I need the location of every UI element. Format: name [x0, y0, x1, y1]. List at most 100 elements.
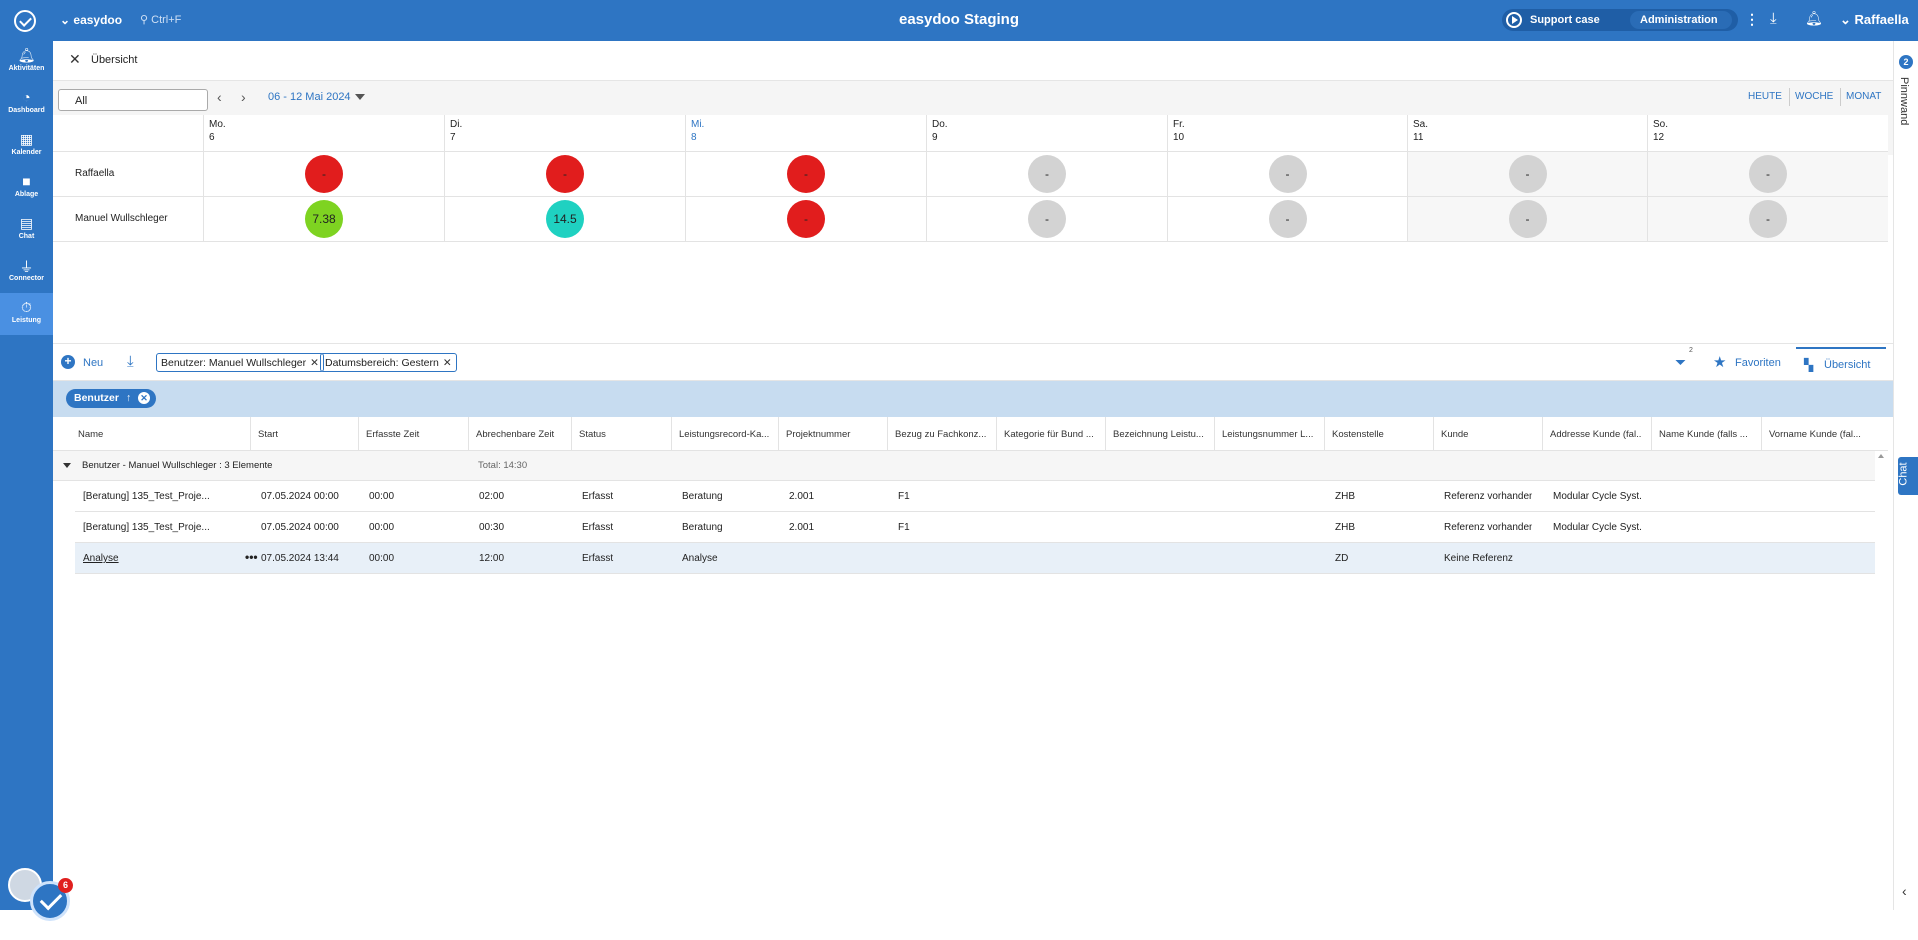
- hours-indicator[interactable]: -: [1508, 155, 1547, 193]
- calendar-cell[interactable]: 14.5: [444, 197, 685, 242]
- support-case-button[interactable]: Support case: [1530, 14, 1600, 26]
- hours-indicator[interactable]: 14.5: [546, 200, 584, 238]
- sidebar-item-kalender[interactable]: ▦ Kalender: [0, 125, 53, 167]
- scrollbar[interactable]: [1875, 451, 1888, 545]
- column-header[interactable]: Bezug zu Fachkonz...: [895, 429, 987, 440]
- table-row[interactable]: [Beratung] 135_Test_Proje... 07.05.2024 0…: [75, 481, 1875, 512]
- column-divider[interactable]: [778, 417, 779, 451]
- view-monat[interactable]: MONAT: [1846, 91, 1881, 102]
- user-menu[interactable]: ⌄ Raffaella: [1840, 12, 1909, 28]
- column-divider[interactable]: [887, 417, 888, 451]
- administration-button[interactable]: Administration: [1630, 11, 1732, 29]
- column-header[interactable]: Start: [258, 429, 350, 440]
- hours-indicator[interactable]: -: [787, 200, 825, 238]
- chat-tab[interactable]: Chat: [1898, 457, 1918, 495]
- scroll-up-icon[interactable]: [1878, 454, 1884, 458]
- user-filter-input[interactable]: All: [58, 89, 208, 111]
- column-header[interactable]: Leistungsrecord-Ka...: [679, 429, 771, 440]
- hours-indicator[interactable]: 7.38: [305, 200, 343, 238]
- play-icon[interactable]: [1506, 12, 1522, 28]
- tab-overview[interactable]: ▚ Übersicht: [1796, 347, 1886, 380]
- sidebar-item-ablage[interactable]: ■ Ablage: [0, 167, 53, 209]
- table-cell[interactable]: Analyse: [83, 553, 241, 564]
- sidebar-item-einstellungen[interactable]: ⚙ Einstellungen: [0, 915, 53, 940]
- column-header[interactable]: Erfasste Zeit: [366, 429, 458, 440]
- calendar-cell[interactable]: -: [203, 152, 444, 197]
- sidebar-item-dashboard[interactable]: ◔ Dashboard: [0, 83, 53, 125]
- hours-indicator[interactable]: -: [1508, 200, 1547, 238]
- row-more-icon[interactable]: •••: [245, 550, 258, 564]
- view-heute[interactable]: HEUTE: [1748, 91, 1782, 102]
- calendar-cell[interactable]: -: [926, 197, 1167, 242]
- column-divider[interactable]: [1324, 417, 1325, 451]
- hours-indicator[interactable]: -: [1749, 200, 1787, 238]
- column-header[interactable]: Addresse Kunde (fal...: [1550, 429, 1642, 440]
- table-cell[interactable]: [Beratung] 135_Test_Proje...: [83, 491, 241, 502]
- hours-indicator[interactable]: -: [1028, 155, 1066, 193]
- calendar-cell[interactable]: -: [685, 197, 926, 242]
- table-row[interactable]: Analyse 07.05.2024 13:44 00:00 12:00 Erfasst…: [75, 543, 1875, 574]
- bell-icon[interactable]: 🔔︎: [1805, 10, 1823, 27]
- column-header[interactable]: Name: [78, 429, 240, 440]
- filter-icon[interactable]: ⏷: [1675, 354, 1686, 371]
- pinnwand-tab[interactable]: Pinnwand: [1898, 77, 1910, 137]
- calendar-cell[interactable]: -: [1407, 152, 1647, 197]
- star-icon[interactable]: ★: [1713, 353, 1726, 371]
- calendar-cell[interactable]: -: [685, 152, 926, 197]
- close-icon[interactable]: ✕: [69, 51, 81, 68]
- filter-chip-user[interactable]: Benutzer: Manuel Wullschleger ✕: [156, 353, 324, 372]
- close-icon[interactable]: ✕: [138, 392, 150, 404]
- hours-indicator[interactable]: -: [546, 155, 584, 193]
- chevron-left-icon[interactable]: ‹: [1902, 883, 1907, 899]
- column-divider[interactable]: [1433, 417, 1434, 451]
- column-divider[interactable]: [571, 417, 572, 451]
- app-logo-icon[interactable]: [14, 10, 36, 32]
- column-header[interactable]: Bezeichnung Leistu...: [1113, 429, 1205, 440]
- download-icon[interactable]: ⤓: [127, 353, 134, 370]
- hours-indicator[interactable]: -: [305, 155, 343, 193]
- date-range-picker[interactable]: 06 - 12 Mai 2024: [268, 91, 365, 103]
- more-menu-icon[interactable]: ⋮: [1745, 11, 1759, 28]
- column-header[interactable]: Projektnummer: [786, 429, 878, 440]
- column-divider[interactable]: [996, 417, 997, 451]
- new-button[interactable]: Neu: [83, 357, 103, 369]
- hours-indicator[interactable]: -: [1028, 200, 1066, 238]
- calendar-cell[interactable]: -: [1647, 152, 1888, 197]
- hours-indicator[interactable]: -: [1749, 155, 1787, 193]
- column-divider[interactable]: [1542, 417, 1543, 451]
- org-switcher[interactable]: ⌄ easydoo: [60, 13, 122, 27]
- collapse-icon[interactable]: [63, 463, 71, 468]
- calendar-cell[interactable]: -: [926, 152, 1167, 197]
- column-header[interactable]: Abrechenbare Zeit: [476, 429, 563, 440]
- filter-chip-date[interactable]: Datumsbereich: Gestern ✕: [320, 353, 457, 372]
- column-divider[interactable]: [358, 417, 359, 451]
- column-header[interactable]: Status: [579, 429, 661, 440]
- hours-indicator[interactable]: -: [787, 155, 825, 193]
- column-divider[interactable]: [250, 417, 251, 451]
- sort-up-icon[interactable]: ↑: [126, 392, 131, 404]
- calendar-cell[interactable]: -: [444, 152, 685, 197]
- group-chip-user[interactable]: Benutzer ↑ ✕: [66, 389, 156, 408]
- plus-icon[interactable]: +: [61, 355, 75, 369]
- column-divider[interactable]: [1761, 417, 1762, 451]
- calendar-cell[interactable]: 7.38: [203, 197, 444, 242]
- sidebar-item-leistung[interactable]: ⏱︎ Leistung: [0, 293, 53, 335]
- favorites-button[interactable]: Favoriten: [1735, 357, 1781, 369]
- calendar-cell[interactable]: -: [1167, 197, 1407, 242]
- download-icon[interactable]: ⤓: [1770, 10, 1777, 27]
- calendar-cell[interactable]: -: [1167, 152, 1407, 197]
- column-header[interactable]: Name Kunde (falls ...: [1659, 429, 1751, 440]
- column-divider[interactable]: [468, 417, 469, 451]
- global-search[interactable]: ⚲ Ctrl+F: [140, 13, 181, 26]
- column-divider[interactable]: [1214, 417, 1215, 451]
- table-row[interactable]: [Beratung] 135_Test_Proje... 07.05.2024 0…: [75, 512, 1875, 543]
- column-header[interactable]: Leistungsnummer L...: [1222, 429, 1314, 440]
- sidebar-item-aktivitaeten[interactable]: 🔔︎ Aktivitäten: [0, 41, 53, 83]
- hours-indicator[interactable]: -: [1268, 155, 1307, 193]
- column-header[interactable]: Kostenstelle: [1332, 429, 1424, 440]
- calendar-cell[interactable]: -: [1407, 197, 1647, 242]
- close-icon[interactable]: ✕: [443, 357, 452, 369]
- view-woche[interactable]: WOCHE: [1795, 91, 1833, 102]
- column-header[interactable]: Vorname Kunde (fal...: [1769, 429, 1866, 440]
- sidebar-item-chat[interactable]: ▤ Chat: [0, 209, 53, 251]
